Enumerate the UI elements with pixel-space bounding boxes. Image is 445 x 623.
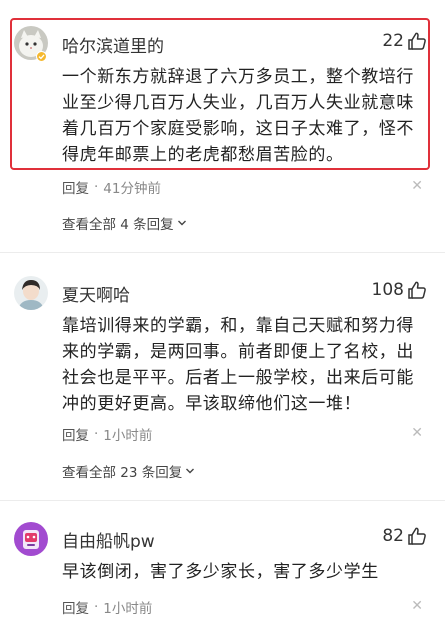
avatar-cartoon-image — [14, 522, 48, 556]
chevron-down-icon — [186, 468, 195, 474]
separator-dot: · — [94, 179, 99, 195]
view-all-replies-link[interactable]: 查看全部 4 条回复 — [62, 213, 188, 233]
divider — [0, 500, 445, 501]
timestamp: 1小时前 — [103, 428, 153, 444]
thumbs-up-icon — [408, 527, 426, 545]
close-icon[interactable]: ✕ — [411, 426, 423, 440]
divider — [0, 252, 445, 253]
separator-dot: · — [94, 426, 99, 442]
close-icon[interactable]: ✕ — [411, 599, 423, 613]
reply-button[interactable]: 回复 — [62, 177, 89, 197]
comment-text: 靠培训得来的学霸，和，靠自己天赋和努力得来的学霸，是两回事。前者即便上了名校，出… — [62, 316, 414, 414]
username[interactable]: 哈尔滨道里的 — [62, 32, 164, 57]
avatar-portrait-image — [14, 276, 48, 310]
like-button[interactable]: 82 — [382, 526, 427, 546]
avatar[interactable] — [14, 522, 48, 556]
comment-meta: 回复 · 1小时前 — [62, 424, 152, 444]
view-all-replies-label: 查看全部 4 条回复 — [62, 217, 174, 233]
like-count: 108 — [371, 280, 404, 300]
comment-meta: 回复 · 41分钟前 — [62, 177, 161, 197]
chevron-down-icon — [177, 220, 186, 226]
comment-text: 一个新东方就辞退了六万多员工，整个教培行业至少得几百万人失业，几百万人失业就意味… — [62, 67, 414, 165]
view-all-replies-label: 查看全部 23 条回复 — [62, 465, 183, 481]
username[interactable]: 自由船帆pw — [62, 527, 155, 552]
like-count: 22 — [382, 31, 404, 51]
username[interactable]: 夏天啊哈 — [62, 281, 130, 306]
reply-button[interactable]: 回复 — [62, 597, 89, 617]
timestamp: 41分钟前 — [103, 181, 161, 197]
comment-meta: 回复 · 1小时前 — [62, 597, 152, 617]
like-button[interactable]: 108 — [372, 280, 427, 300]
like-count: 82 — [382, 526, 404, 546]
timestamp: 1小时前 — [103, 601, 153, 617]
like-button[interactable]: 22 — [382, 31, 427, 51]
verified-badge-icon — [36, 51, 47, 62]
separator-dot: · — [94, 599, 99, 615]
view-all-replies-link[interactable]: 查看全部 23 条回复 — [62, 461, 196, 481]
reply-button[interactable]: 回复 — [62, 424, 89, 444]
close-icon[interactable]: ✕ — [411, 179, 423, 193]
thumbs-up-icon — [408, 281, 426, 299]
comment-text: 早该倒闭，害了多少家长，害了多少学生 — [62, 562, 379, 582]
avatar[interactable] — [14, 276, 48, 310]
thumbs-up-icon — [408, 32, 426, 50]
